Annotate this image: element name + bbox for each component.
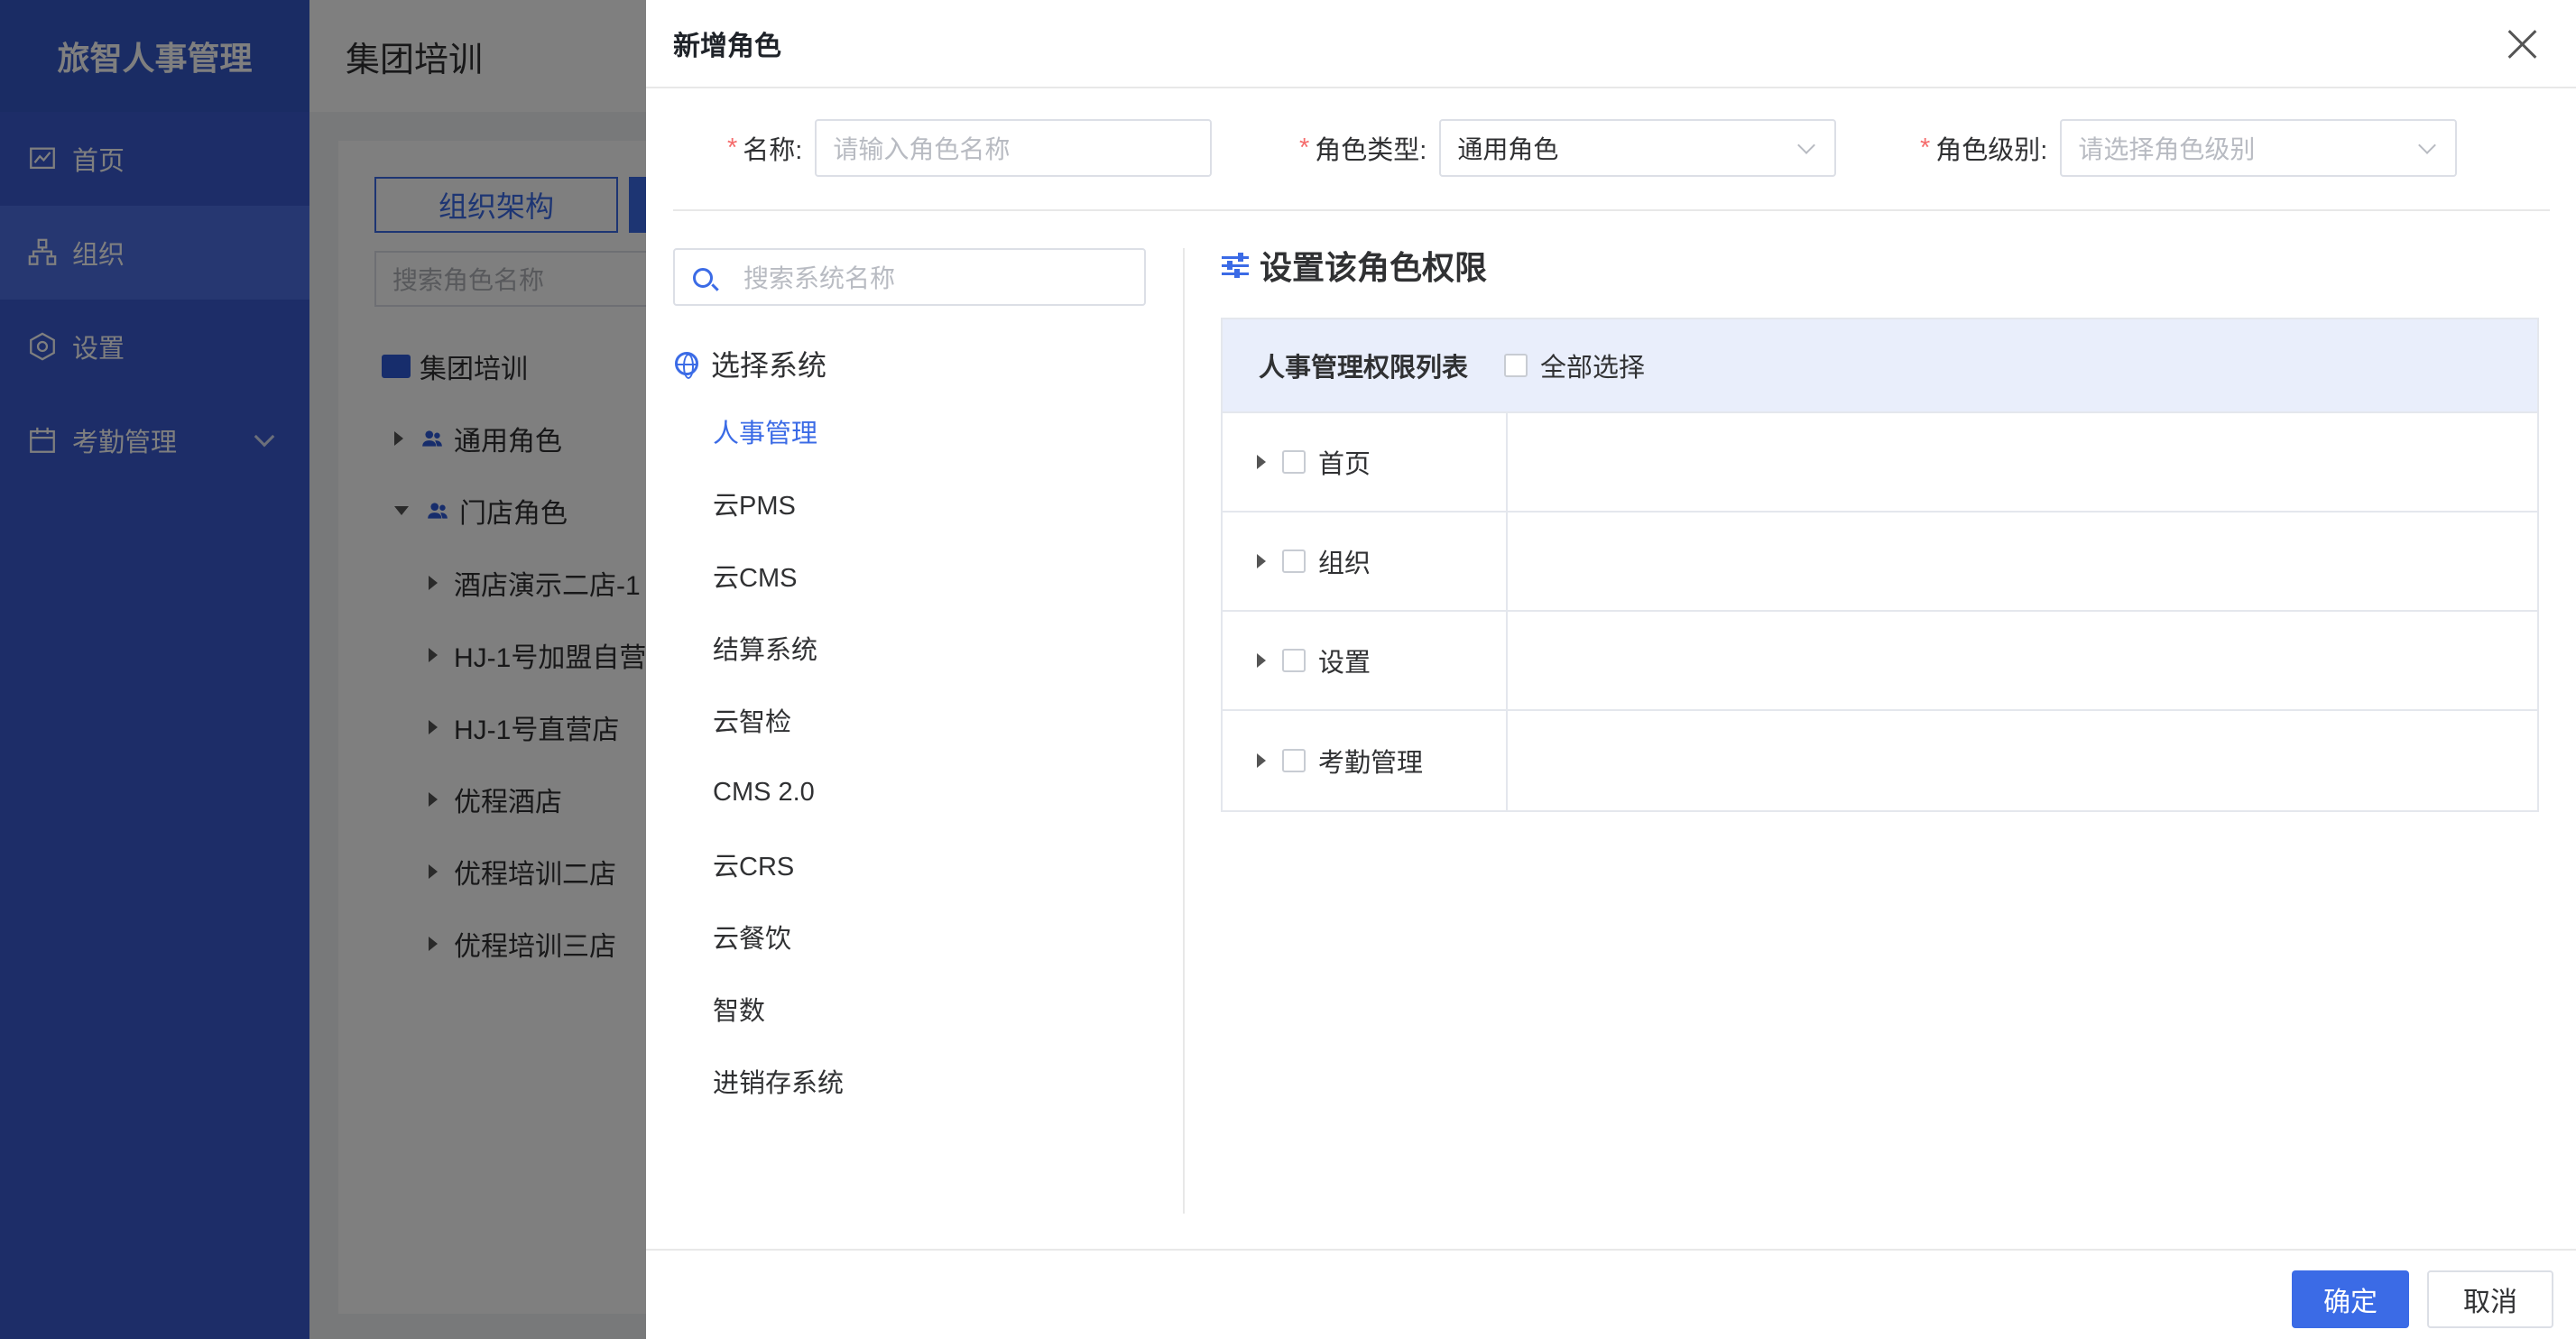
role-level-placeholder: 请选择角色级别 [2078,135,2256,163]
permission-row-label: 考勤管理 [1223,711,1508,810]
permission-name: 组织 [1318,549,1371,578]
caret-right-icon[interactable] [1257,753,1266,768]
name-field-group: * 名称: 请输入角色名称 [727,119,1213,177]
permission-list-title: 人事管理权限列表 [1259,354,1469,383]
permission-row: 首页 [1223,413,2537,513]
cancel-button[interactable]: 取消 [2427,1270,2553,1328]
system-item[interactable]: 云CRS [713,828,844,900]
name-label: 名称: [743,136,803,165]
system-item[interactable]: 人事管理 [713,395,844,467]
role-type-value: 通用角色 [1457,135,1559,163]
role-level-select[interactable]: 请选择角色级别 [2060,119,2458,177]
permission-row-detail [1508,513,2537,610]
system-item[interactable]: 智数 [713,973,844,1045]
permission-title: 设置该角色权限 [1260,249,1488,286]
level-field-group: * 角色级别: 请选择角色级别 [1920,119,2458,177]
chevron-down-icon [2418,136,2437,154]
permission-row-detail [1508,413,2537,511]
system-list: 人事管理 云PMS 云CMS 结算系统 云智检 CMS 2.0 云CRS 云餐饮… [713,395,844,1117]
select-all-checkbox[interactable] [1504,354,1528,377]
permission-row: 组织 [1223,513,2537,612]
system-item[interactable]: 云PMS [713,467,844,540]
permission-name: 设置 [1318,649,1371,678]
divider [673,209,2550,211]
required-mark: * [1920,133,1931,162]
permission-row: 考勤管理 [1223,711,2537,810]
sliders-icon [1222,252,1249,279]
dialog-header: 新增角色 [646,0,2576,88]
system-search-input[interactable]: 搜索系统名称 [673,248,1146,306]
permission-row-detail [1508,612,2537,709]
permission-checkbox[interactable] [1282,549,1306,573]
required-mark: * [727,133,738,162]
system-item[interactable]: 云智检 [713,684,844,756]
caret-right-icon[interactable] [1257,653,1266,668]
dialog-title: 新增角色 [673,32,781,61]
permission-name: 考勤管理 [1318,749,1424,778]
chevron-down-icon [1797,136,1816,154]
permission-checkbox[interactable] [1282,749,1306,772]
permission-table: 人事管理权限列表 全部选择 首页 组织 设置 考勤管理 [1221,318,2539,812]
role-type-label: 角色类型: [1315,136,1427,165]
role-type-select[interactable]: 通用角色 [1439,119,1837,177]
globe-icon [675,352,698,379]
role-name-input[interactable]: 请输入角色名称 [815,119,1213,177]
system-item[interactable]: 结算系统 [713,612,844,684]
type-field-group: * 角色类型: 通用角色 [1299,119,1837,177]
select-system-label: 选择系统 [711,349,827,382]
vertical-divider [1183,248,1185,1214]
select-system-heading: 选择系统 [675,343,826,384]
system-item[interactable]: 云餐饮 [713,900,844,973]
permission-row-label: 首页 [1223,413,1508,511]
system-item[interactable]: CMS 2.0 [713,756,844,828]
permission-checkbox[interactable] [1282,649,1306,672]
select-all[interactable]: 全部选择 [1504,346,1645,384]
caret-right-icon[interactable] [1257,554,1266,568]
role-level-label: 角色级别: [1935,136,2048,165]
caret-right-icon[interactable] [1257,455,1266,469]
permission-row-label: 组织 [1223,513,1508,610]
permission-checkbox[interactable] [1282,450,1306,474]
confirm-button[interactable]: 确定 [2292,1270,2409,1328]
system-search-placeholder: 搜索系统名称 [743,264,896,292]
dialog-footer: 确定 取消 [646,1249,2576,1339]
search-icon [693,268,713,288]
permission-row-detail [1508,711,2537,810]
permission-name: 首页 [1318,450,1371,479]
add-role-dialog: 新增角色 * 名称: 请输入角色名称 * 角色类型: 通用角色 * 角色级别: … [646,0,2576,1339]
permission-row: 设置 [1223,612,2537,711]
permission-heading: 设置该角色权限 [1222,242,1487,289]
close-icon[interactable] [2507,29,2538,60]
permission-row-label: 设置 [1223,612,1508,709]
system-item[interactable]: 进销存系统 [713,1045,844,1117]
system-item[interactable]: 云CMS [713,540,844,612]
permission-table-header: 人事管理权限列表 全部选择 [1223,319,2537,413]
select-all-label: 全部选择 [1540,354,1646,383]
required-mark: * [1299,133,1310,162]
